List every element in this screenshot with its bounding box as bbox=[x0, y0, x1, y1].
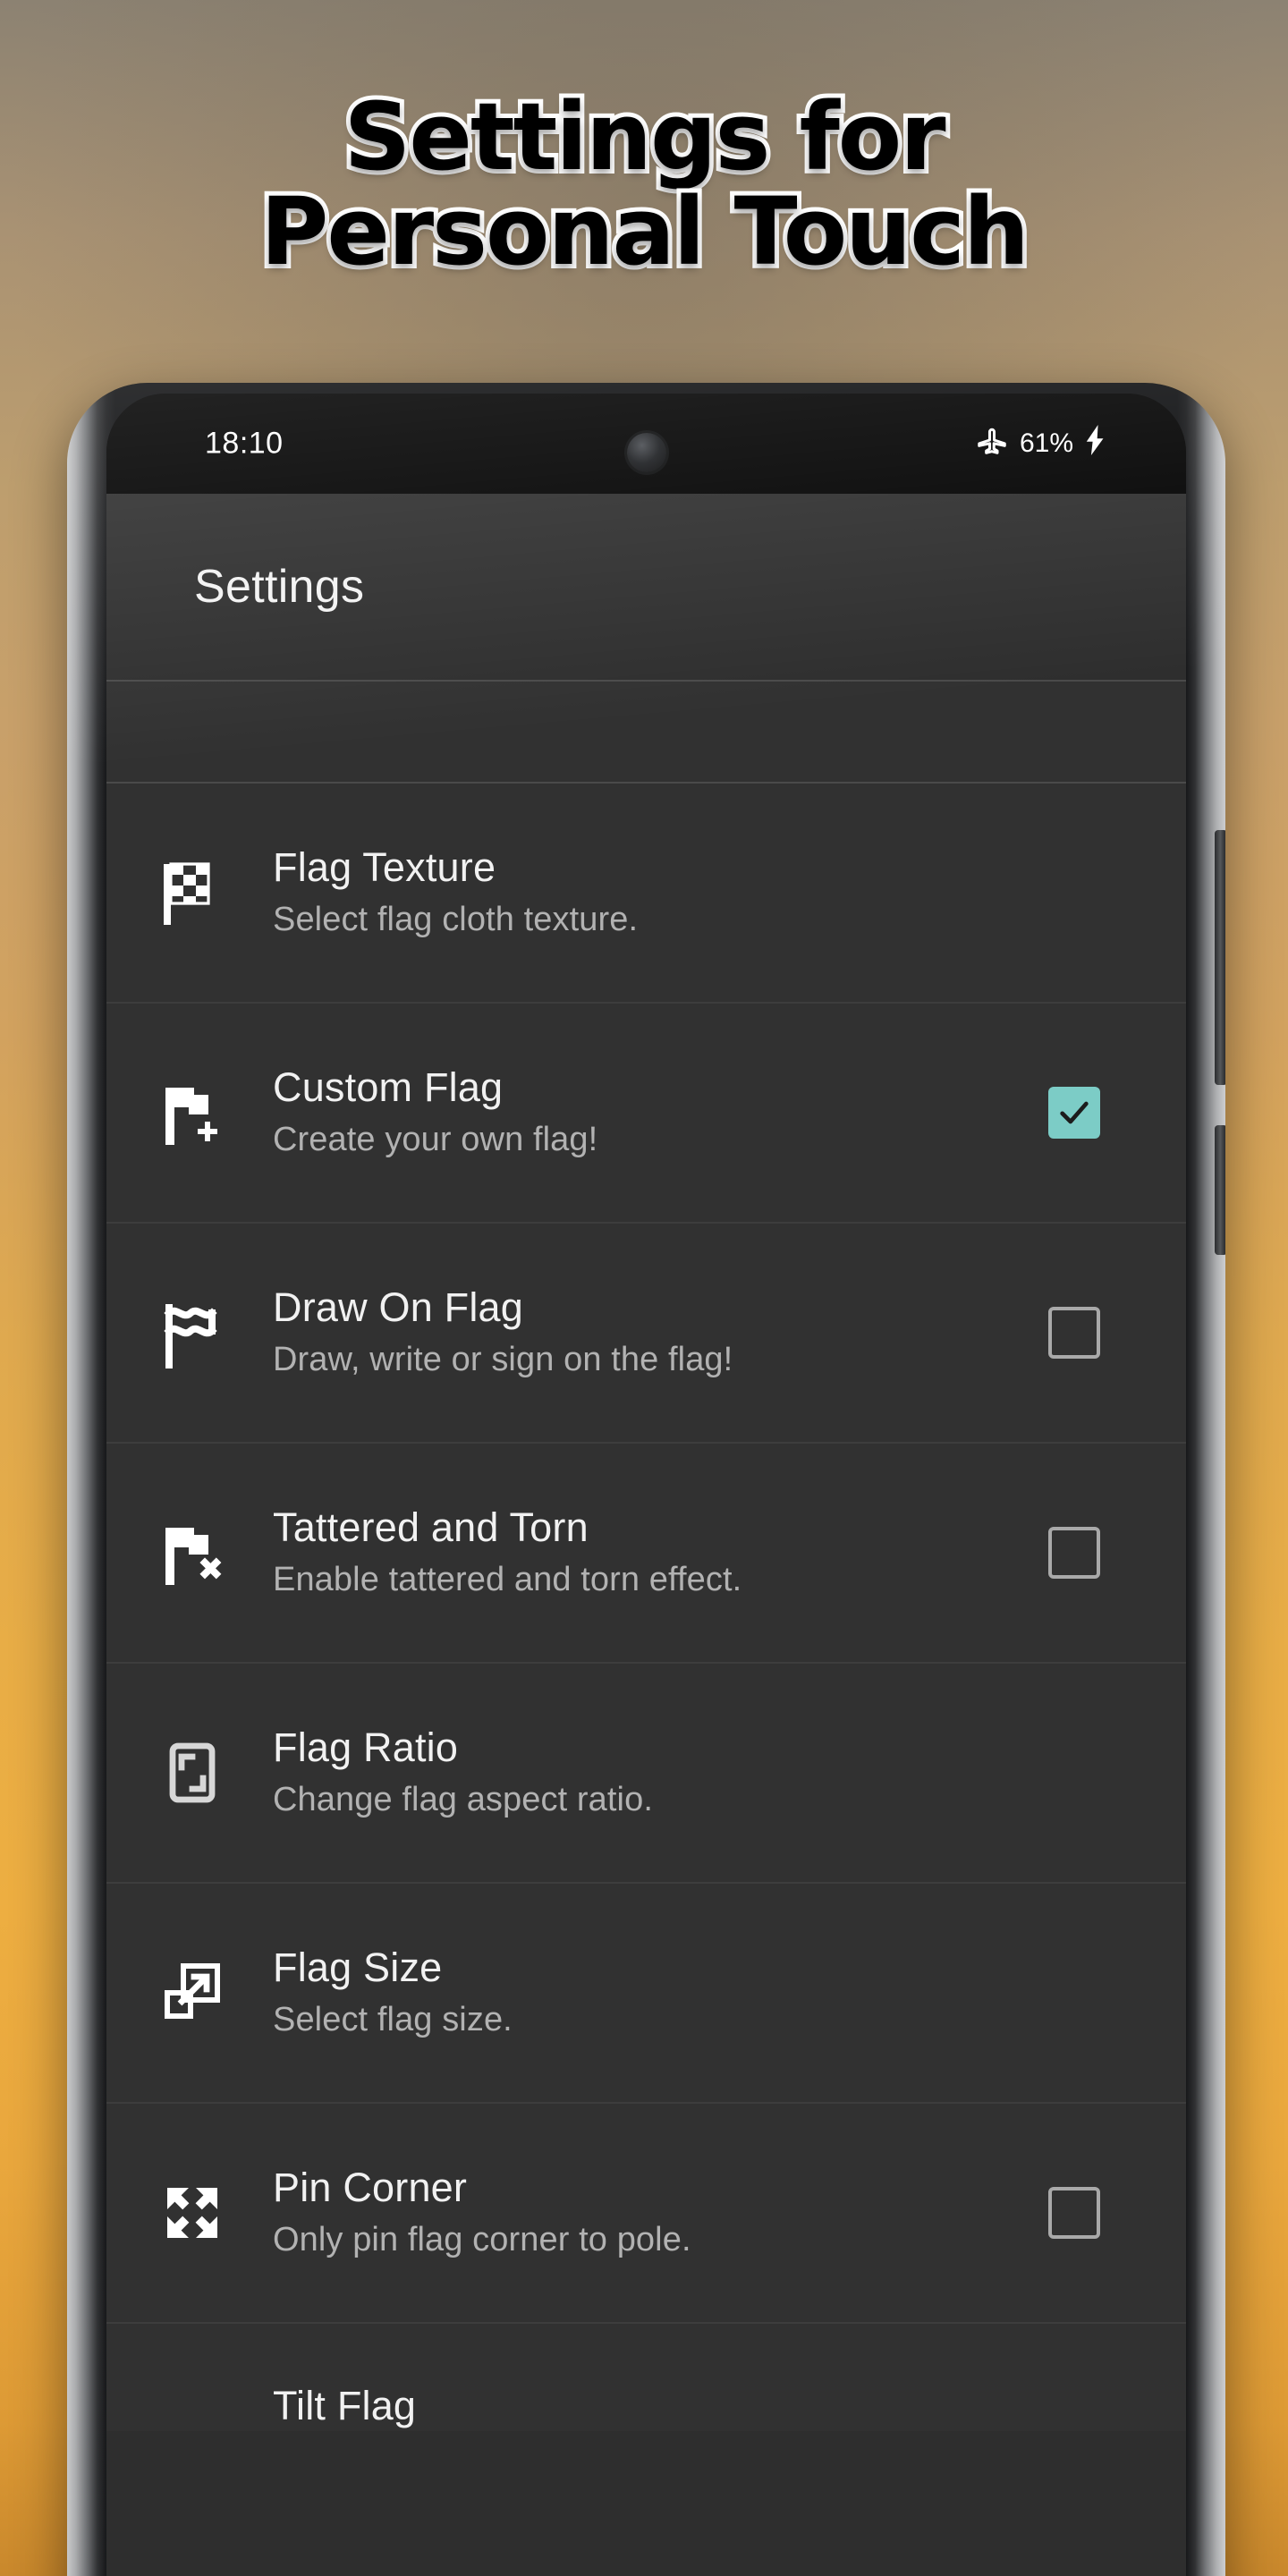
status-time: 18:10 bbox=[205, 426, 284, 461]
status-indicators: 61% bbox=[975, 423, 1107, 464]
battery-percent-label: 61% bbox=[1019, 428, 1073, 458]
expand-arrows-icon bbox=[140, 2181, 244, 2245]
phone-screen: 18:10 61% Settings Flag Texture Select f… bbox=[106, 394, 1186, 2576]
promo-headline: Settings for Personal Touch bbox=[0, 82, 1288, 287]
row-subtitle: Select flag cloth texture. bbox=[273, 900, 639, 938]
row-title: Custom Flag bbox=[273, 1063, 504, 1110]
settings-row-draw-on-flag[interactable]: Draw On Flag Draw, write or sign on the … bbox=[106, 1224, 1186, 1442]
aspect-ratio-icon bbox=[140, 1739, 244, 1807]
settings-row-pin-corner[interactable]: Pin Corner Only pin flag corner to pole. bbox=[106, 2104, 1186, 2322]
checkbox-pin-corner[interactable] bbox=[1048, 2187, 1100, 2239]
resize-scale-icon bbox=[140, 1959, 244, 2027]
row-title: Tattered and Torn bbox=[273, 1504, 589, 1550]
front-camera-icon bbox=[626, 433, 666, 472]
checkbox-custom-flag[interactable] bbox=[1048, 1087, 1100, 1139]
row-subtitle: Select flag size. bbox=[273, 2000, 513, 2038]
row-subtitle: Draw, write or sign on the flag! bbox=[273, 1340, 733, 1378]
volume-rocker-button[interactable] bbox=[1215, 830, 1225, 1085]
promo-screenshot: Settings for Personal Touch 18:10 61% Se… bbox=[0, 0, 1288, 2576]
page-title: Settings bbox=[194, 561, 365, 613]
row-subtitle: Create your own flag! bbox=[273, 1120, 598, 1158]
row-title: Flag Ratio bbox=[273, 1724, 459, 1770]
headline-line-1: Settings for bbox=[339, 82, 950, 191]
wavy-flag-icon bbox=[140, 1297, 244, 1368]
app-bar: Settings bbox=[106, 494, 1186, 680]
checkered-flag-icon bbox=[140, 857, 244, 928]
settings-row-flag-texture[interactable]: Flag Texture Select flag cloth texture. bbox=[106, 784, 1186, 1002]
flag-plus-icon bbox=[140, 1077, 244, 1148]
row-title: Pin Corner bbox=[273, 2164, 468, 2210]
phone-device-frame: 18:10 61% Settings Flag Texture Select f… bbox=[67, 383, 1225, 2576]
settings-list: Flag Texture Select flag cloth texture. bbox=[106, 784, 1186, 2431]
charging-bolt-icon bbox=[1084, 425, 1107, 462]
row-title: Draw On Flag bbox=[273, 1284, 523, 1330]
row-subtitle: Only pin flag corner to pole. bbox=[273, 2220, 691, 2258]
settings-row-tattered-and-torn[interactable]: Tattered and Torn Enable tattered and to… bbox=[106, 1444, 1186, 1662]
airplane-mode-icon bbox=[975, 423, 1009, 464]
row-text: Flag Ratio Change flag aspect ratio. bbox=[244, 1724, 1048, 1822]
row-title: Tilt Flag bbox=[273, 2383, 417, 2429]
headline-line-2: Personal Touch bbox=[256, 177, 1034, 287]
checkbox-tattered-and-torn[interactable] bbox=[1048, 1527, 1100, 1579]
status-bar: 18:10 61% bbox=[106, 394, 1186, 494]
row-text: Draw On Flag Draw, write or sign on the … bbox=[244, 1284, 1048, 1382]
settings-app: Settings Flag Texture Select flag cloth … bbox=[106, 494, 1186, 2576]
settings-row-custom-flag[interactable]: Custom Flag Create your own flag! bbox=[106, 1004, 1186, 1222]
settings-row-flag-ratio[interactable]: Flag Ratio Change flag aspect ratio. bbox=[106, 1664, 1186, 1882]
power-button[interactable] bbox=[1215, 1125, 1225, 1255]
row-title: Flag Texture bbox=[273, 843, 496, 890]
row-text: Flag Texture Select flag cloth texture. bbox=[244, 843, 1048, 942]
row-text: Tilt Flag bbox=[244, 2382, 1048, 2431]
row-text: Pin Corner Only pin flag corner to pole. bbox=[244, 2164, 1048, 2262]
empty-settings-section bbox=[106, 682, 1186, 782]
row-text: Flag Size Select flag size. bbox=[244, 1944, 1048, 2042]
row-text: Custom Flag Create your own flag! bbox=[244, 1063, 1048, 1162]
row-subtitle: Enable tattered and torn effect. bbox=[273, 1560, 742, 1598]
flag-x-icon bbox=[140, 1517, 244, 1589]
checkbox-draw-on-flag[interactable] bbox=[1048, 1307, 1100, 1359]
settings-row-flag-size[interactable]: Flag Size Select flag size. bbox=[106, 1884, 1186, 2102]
row-title: Flag Size bbox=[273, 1944, 443, 1990]
settings-row-tilt-flag[interactable]: Tilt Flag bbox=[106, 2324, 1186, 2431]
row-text: Tattered and Torn Enable tattered and to… bbox=[244, 1504, 1048, 1602]
row-subtitle: Change flag aspect ratio. bbox=[273, 1780, 653, 1818]
